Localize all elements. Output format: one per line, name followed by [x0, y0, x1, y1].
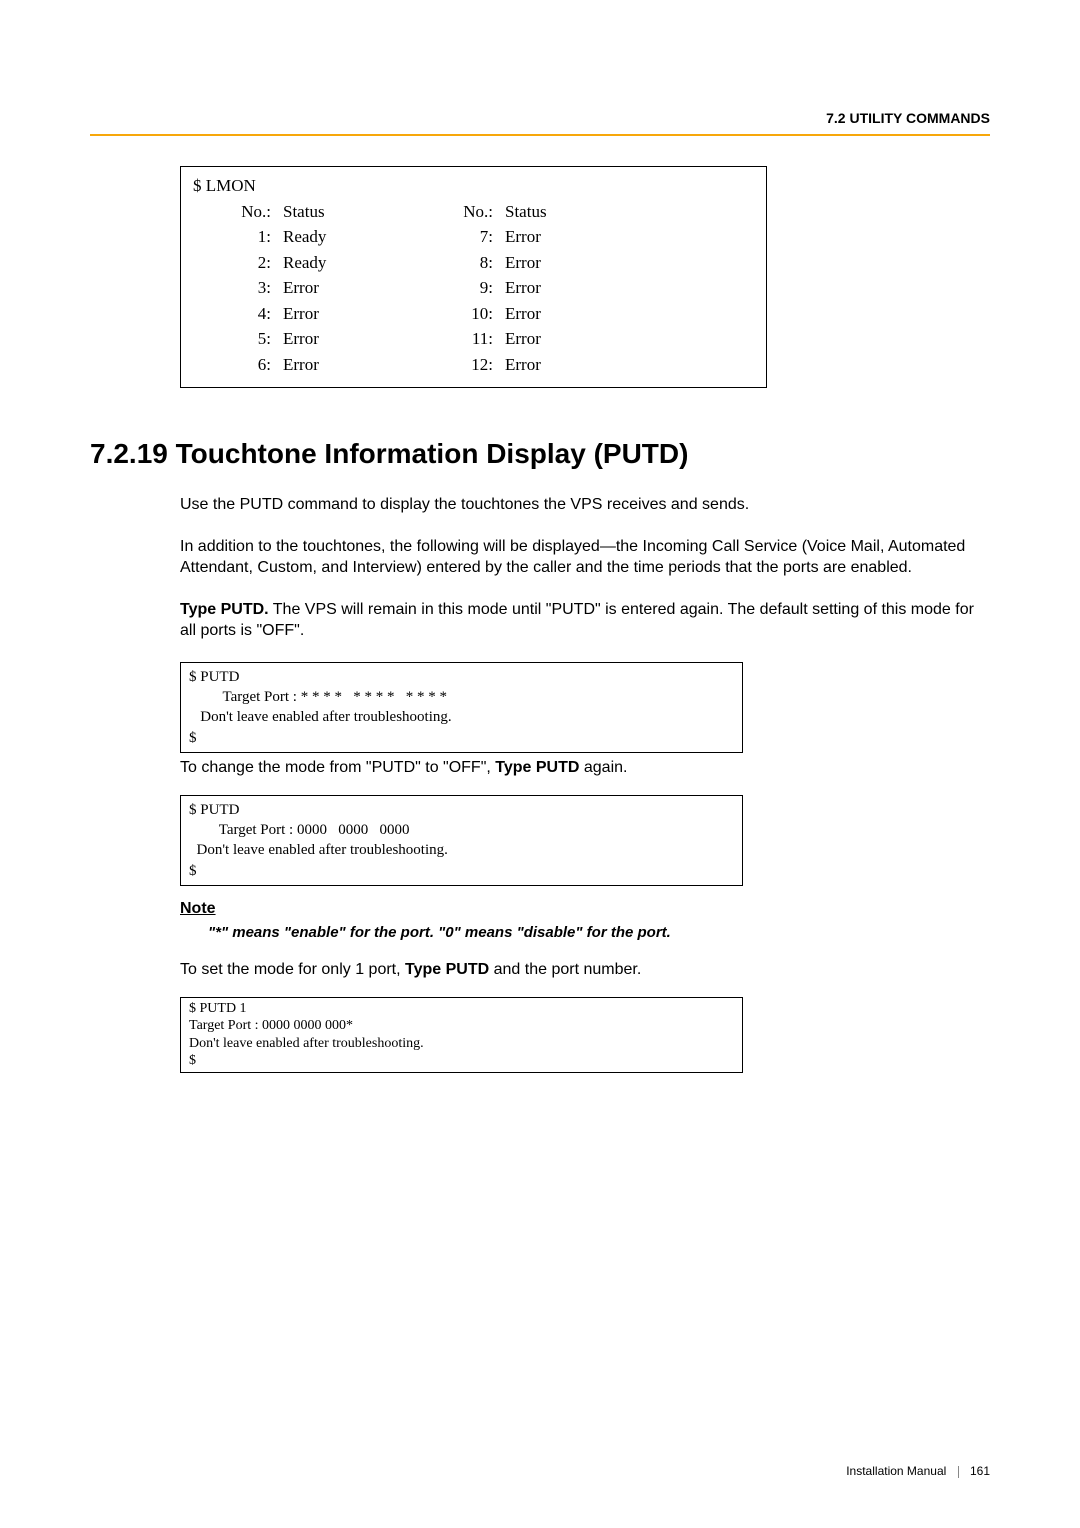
lmon-status-header: Status: [505, 199, 585, 225]
table-row: 3: Error 9: Error: [191, 275, 756, 301]
note-heading: Note: [180, 900, 990, 918]
lmon-no-header: No.:: [433, 199, 505, 225]
code-line: Target Port : * * * * * * * * * * * *: [189, 687, 734, 707]
code-line: $ PUTD 1: [189, 1000, 734, 1018]
code-line: $: [189, 728, 734, 748]
section-number: 7.2.19: [90, 438, 168, 469]
code-line: Don't leave enabled after troubleshootin…: [189, 1035, 734, 1053]
table-row: 4: Error 10: Error: [191, 301, 756, 327]
note-body: "*" means "enable" for the port. "0" mea…: [208, 924, 990, 941]
lmon-output-box: $ LMON No.: Status No.: Status 1: Ready …: [180, 166, 767, 388]
table-row: 2: Ready 8: Error: [191, 250, 756, 276]
lmon-no-header: No.:: [191, 199, 283, 225]
set-one-port-text: To set the mode for only 1 port, Type PU…: [180, 961, 990, 979]
lmon-command: $ LMON: [191, 173, 756, 199]
footer-label: Installation Manual: [846, 1464, 946, 1478]
section-heading: 7.2.19 Touchtone Information Display (PU…: [90, 438, 990, 470]
code-line: Don't leave enabled after troubleshootin…: [189, 707, 734, 727]
footer-separator: [958, 1466, 959, 1478]
section-title-text: Touchtone Information Display (PUTD): [176, 438, 689, 469]
header-rule: [90, 134, 990, 136]
code-line: $: [189, 861, 734, 881]
table-row: 1: Ready 7: Error: [191, 224, 756, 250]
putd-on-box: $ PUTD Target Port : * * * * * * * * * *…: [180, 662, 743, 753]
table-row: 6: Error 12: Error: [191, 352, 756, 378]
code-line: Target Port : 0000 0000 0000: [189, 820, 734, 840]
type-putd-strong: Type PUTD.: [180, 601, 269, 618]
code-line: $ PUTD: [189, 800, 734, 820]
intro-paragraph: Use the PUTD command to display the touc…: [180, 494, 990, 516]
type-putd-rest: The VPS will remain in this mode until "…: [180, 601, 974, 640]
lmon-status-header: Status: [283, 199, 433, 225]
code-line: $: [189, 1052, 734, 1070]
type-putd-paragraph: Type PUTD. The VPS will remain in this m…: [180, 599, 990, 642]
code-line: Target Port : 0000 0000 000*: [189, 1017, 734, 1035]
putd-one-port-box: $ PUTD 1 Target Port : 0000 0000 000* Do…: [180, 997, 743, 1073]
table-row: 5: Error 11: Error: [191, 326, 756, 352]
detail-paragraph: In addition to the touchtones, the follo…: [180, 536, 990, 579]
change-mode-text: To change the mode from "PUTD" to "OFF",…: [180, 759, 990, 777]
code-line: $ PUTD: [189, 667, 734, 687]
page-footer: Installation Manual 161: [846, 1464, 990, 1478]
putd-off-box: $ PUTD Target Port : 0000 0000 0000 Don'…: [180, 795, 743, 886]
footer-page: 161: [970, 1464, 990, 1478]
code-line: Don't leave enabled after troubleshootin…: [189, 840, 734, 860]
section-header: 7.2 UTILITY COMMANDS: [90, 110, 990, 126]
body-paragraphs: Use the PUTD command to display the touc…: [180, 494, 990, 642]
lmon-header-row: No.: Status No.: Status: [191, 199, 756, 225]
